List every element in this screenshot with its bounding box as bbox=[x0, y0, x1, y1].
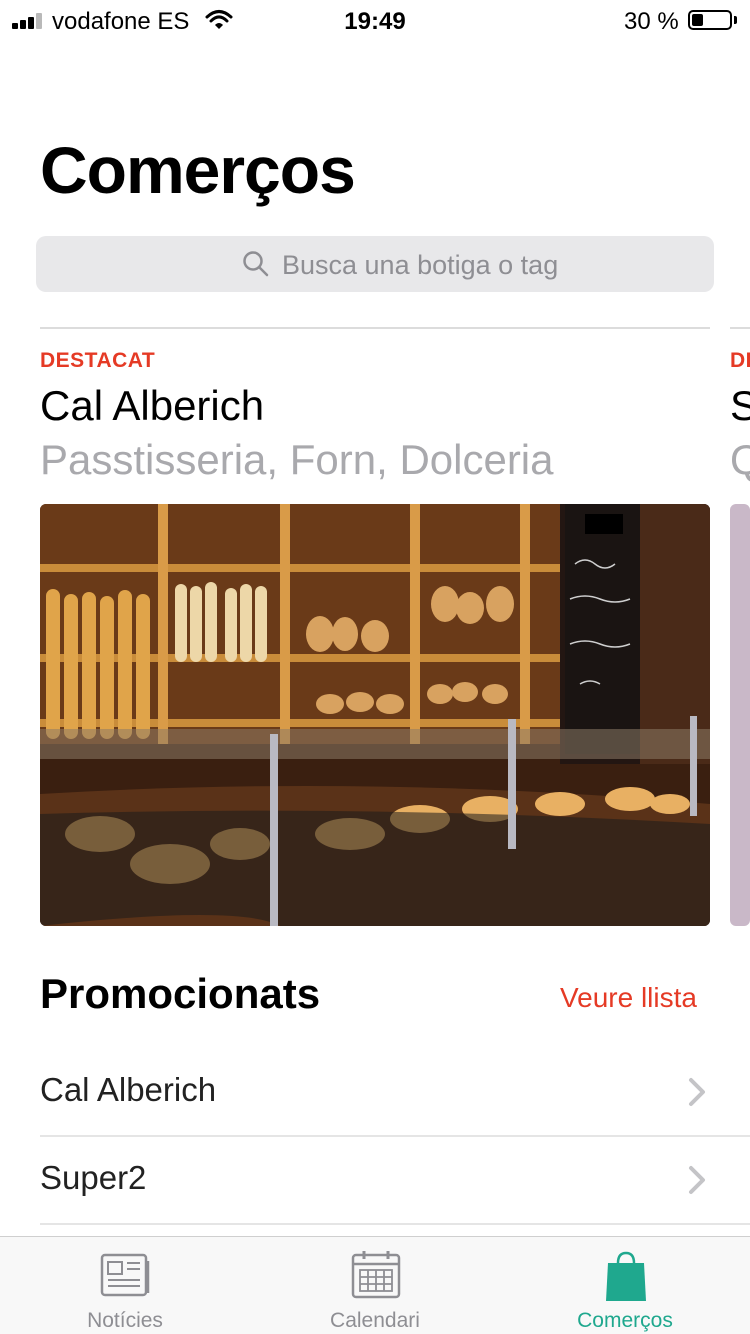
featured-label: DESTACAT bbox=[40, 349, 156, 372]
featured-shop-tags-next: Q bbox=[730, 436, 750, 483]
battery-percent: 30 % bbox=[624, 8, 679, 35]
status-bar: vodafone ES 19:49 30 % bbox=[0, 0, 750, 40]
tab-comercos[interactable]: Comerços bbox=[500, 1237, 750, 1334]
tab-calendari[interactable]: Calendari bbox=[250, 1237, 500, 1334]
shopping-bag-icon bbox=[606, 1251, 646, 1301]
list-item[interactable]: Cal Alberich bbox=[40, 1049, 750, 1137]
tab-label: Calendari bbox=[330, 1309, 420, 1332]
list-item[interactable]: Super2 bbox=[40, 1137, 750, 1225]
battery-icon bbox=[688, 10, 732, 30]
featured-shop-name: Cal Alberich bbox=[40, 382, 265, 429]
search-placeholder: Busca una botiga o tag bbox=[282, 250, 559, 280]
bakery-counter-photo[interactable] bbox=[40, 504, 710, 926]
tab-label: Notícies bbox=[87, 1309, 163, 1332]
list-item-label: Super2 bbox=[40, 1159, 147, 1196]
carousel-divider-next bbox=[730, 327, 750, 329]
list-item-label: Cal Alberich bbox=[40, 1071, 217, 1108]
calendar-icon bbox=[351, 1251, 401, 1299]
search-icon bbox=[243, 251, 269, 277]
row-divider bbox=[40, 1223, 750, 1225]
chevron-right-icon bbox=[689, 1166, 705, 1194]
see-all-link[interactable]: Veure llista bbox=[560, 982, 697, 1014]
tab-bar: Notícies Calendari Comerços bbox=[0, 1236, 750, 1334]
section-title-promoted: Promocionats bbox=[40, 970, 321, 1017]
page-title: Comerços bbox=[40, 133, 356, 207]
carousel-divider bbox=[40, 327, 710, 329]
tab-noticies[interactable]: Notícies bbox=[0, 1237, 250, 1334]
tab-label: Comerços bbox=[577, 1309, 673, 1332]
featured-label-next: DE bbox=[730, 349, 750, 372]
featured-shop-tags: Passtisseria, Forn, Dolceria bbox=[40, 436, 554, 483]
featured-shop-name-next: S bbox=[730, 382, 750, 429]
search-input[interactable]: Busca una botiga o tag bbox=[36, 236, 714, 292]
shop-photo[interactable] bbox=[730, 504, 750, 926]
battery-nub bbox=[734, 16, 737, 24]
chevron-right-icon bbox=[689, 1078, 705, 1106]
newspaper-icon bbox=[100, 1253, 150, 1297]
